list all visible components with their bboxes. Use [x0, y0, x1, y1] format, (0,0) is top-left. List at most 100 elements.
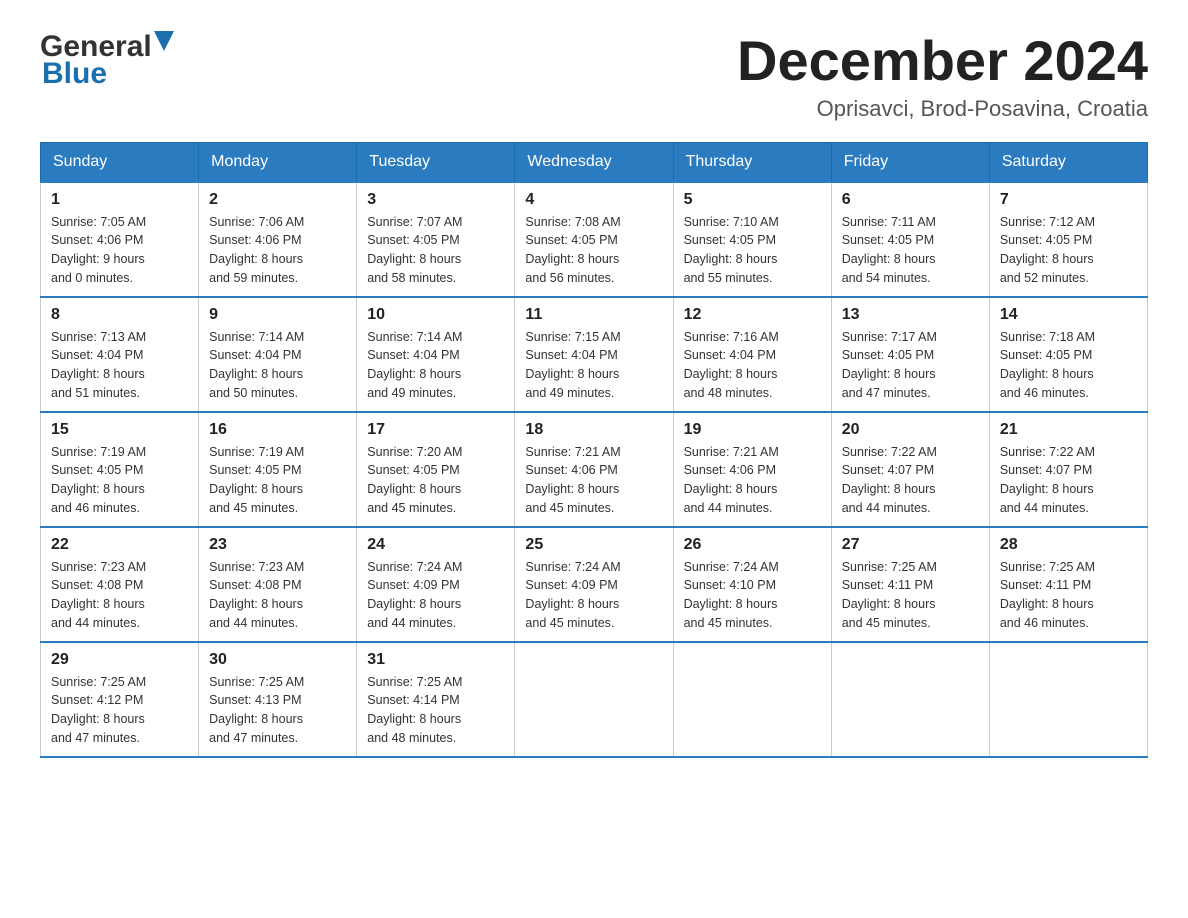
day-info: Sunrise: 7:16 AMSunset: 4:04 PMDaylight:… [684, 328, 821, 403]
day-number: 1 [51, 191, 188, 209]
day-info: Sunrise: 7:19 AMSunset: 4:05 PMDaylight:… [51, 443, 188, 518]
day-number: 13 [842, 306, 979, 324]
day-info: Sunrise: 7:17 AMSunset: 4:05 PMDaylight:… [842, 328, 979, 403]
day-info: Sunrise: 7:24 AMSunset: 4:09 PMDaylight:… [367, 558, 504, 633]
calendar-table: Sunday Monday Tuesday Wednesday Thursday… [40, 142, 1148, 758]
day-info: Sunrise: 7:23 AMSunset: 4:08 PMDaylight:… [209, 558, 346, 633]
calendar-week-row: 8 Sunrise: 7:13 AMSunset: 4:04 PMDaylight… [41, 297, 1148, 412]
table-row [673, 642, 831, 757]
table-row: 13 Sunrise: 7:17 AMSunset: 4:05 PMDayligh… [831, 297, 989, 412]
table-row: 8 Sunrise: 7:13 AMSunset: 4:04 PMDaylight… [41, 297, 199, 412]
col-sunday: Sunday [41, 142, 199, 182]
day-number: 25 [525, 536, 662, 554]
day-info: Sunrise: 7:25 AMSunset: 4:14 PMDaylight:… [367, 673, 504, 748]
table-row: 26 Sunrise: 7:24 AMSunset: 4:10 PMDayligh… [673, 527, 831, 642]
day-info: Sunrise: 7:08 AMSunset: 4:05 PMDaylight:… [525, 213, 662, 288]
col-tuesday: Tuesday [357, 142, 515, 182]
day-info: Sunrise: 7:11 AMSunset: 4:05 PMDaylight:… [842, 213, 979, 288]
day-number: 6 [842, 191, 979, 209]
table-row [989, 642, 1147, 757]
day-info: Sunrise: 7:25 AMSunset: 4:11 PMDaylight:… [842, 558, 979, 633]
table-row: 30 Sunrise: 7:25 AMSunset: 4:13 PMDayligh… [199, 642, 357, 757]
location-title: Oprisavci, Brod-Posavina, Croatia [737, 96, 1148, 122]
table-row: 6 Sunrise: 7:11 AMSunset: 4:05 PMDaylight… [831, 182, 989, 297]
day-number: 4 [525, 191, 662, 209]
day-info: Sunrise: 7:14 AMSunset: 4:04 PMDaylight:… [209, 328, 346, 403]
day-info: Sunrise: 7:25 AMSunset: 4:12 PMDaylight:… [51, 673, 188, 748]
day-info: Sunrise: 7:21 AMSunset: 4:06 PMDaylight:… [525, 443, 662, 518]
day-info: Sunrise: 7:22 AMSunset: 4:07 PMDaylight:… [1000, 443, 1137, 518]
day-info: Sunrise: 7:07 AMSunset: 4:05 PMDaylight:… [367, 213, 504, 288]
day-info: Sunrise: 7:23 AMSunset: 4:08 PMDaylight:… [51, 558, 188, 633]
day-number: 14 [1000, 306, 1137, 324]
table-row: 7Sunrise: 7:12 AMSunset: 4:05 PMDaylight… [989, 182, 1147, 297]
title-section: December 2024 Oprisavci, Brod-Posavina, … [737, 30, 1148, 122]
table-row: 16 Sunrise: 7:19 AMSunset: 4:05 PMDayligh… [199, 412, 357, 527]
table-row: 12 Sunrise: 7:16 AMSunset: 4:04 PMDayligh… [673, 297, 831, 412]
logo-arrow-icon [154, 31, 174, 58]
day-info: Sunrise: 7:24 AMSunset: 4:09 PMDaylight:… [525, 558, 662, 633]
col-friday: Friday [831, 142, 989, 182]
day-number: 15 [51, 421, 188, 439]
calendar-week-row: 15 Sunrise: 7:19 AMSunset: 4:05 PMDayligh… [41, 412, 1148, 527]
calendar-week-row: 1 Sunrise: 7:05 AMSunset: 4:06 PMDaylight… [41, 182, 1148, 297]
day-number: 21 [1000, 421, 1137, 439]
day-info: Sunrise: 7:15 AMSunset: 4:04 PMDaylight:… [525, 328, 662, 403]
table-row: 11Sunrise: 7:15 AMSunset: 4:04 PMDayligh… [515, 297, 673, 412]
day-info: Sunrise: 7:24 AMSunset: 4:10 PMDaylight:… [684, 558, 821, 633]
day-number: 12 [684, 306, 821, 324]
day-number: 31 [367, 651, 504, 669]
table-row: 4 Sunrise: 7:08 AMSunset: 4:05 PMDaylight… [515, 182, 673, 297]
calendar-header-row: Sunday Monday Tuesday Wednesday Thursday… [41, 142, 1148, 182]
day-number: 23 [209, 536, 346, 554]
day-number: 8 [51, 306, 188, 324]
day-info: Sunrise: 7:19 AMSunset: 4:05 PMDaylight:… [209, 443, 346, 518]
day-number: 10 [367, 306, 504, 324]
day-info: Sunrise: 7:12 AMSunset: 4:05 PMDaylight:… [1000, 213, 1137, 288]
table-row: 21 Sunrise: 7:22 AMSunset: 4:07 PMDayligh… [989, 412, 1147, 527]
day-number: 16 [209, 421, 346, 439]
table-row: 27 Sunrise: 7:25 AMSunset: 4:11 PMDayligh… [831, 527, 989, 642]
day-number: 27 [842, 536, 979, 554]
day-info: Sunrise: 7:22 AMSunset: 4:07 PMDaylight:… [842, 443, 979, 518]
col-wednesday: Wednesday [515, 142, 673, 182]
logo: General Blue [40, 30, 174, 90]
day-info: Sunrise: 7:20 AMSunset: 4:05 PMDaylight:… [367, 443, 504, 518]
table-row: 10 Sunrise: 7:14 AMSunset: 4:04 PMDayligh… [357, 297, 515, 412]
day-number: 19 [684, 421, 821, 439]
table-row: 2Sunrise: 7:06 AMSunset: 4:06 PMDaylight… [199, 182, 357, 297]
col-saturday: Saturday [989, 142, 1147, 182]
day-number: 20 [842, 421, 979, 439]
table-row: 5 Sunrise: 7:10 AMSunset: 4:05 PMDaylight… [673, 182, 831, 297]
day-info: Sunrise: 7:05 AMSunset: 4:06 PMDaylight:… [51, 213, 188, 288]
day-info: Sunrise: 7:25 AMSunset: 4:11 PMDaylight:… [1000, 558, 1137, 633]
table-row: 19 Sunrise: 7:21 AMSunset: 4:06 PMDayligh… [673, 412, 831, 527]
day-info: Sunrise: 7:14 AMSunset: 4:04 PMDaylight:… [367, 328, 504, 403]
table-row: 23 Sunrise: 7:23 AMSunset: 4:08 PMDayligh… [199, 527, 357, 642]
table-row: 31 Sunrise: 7:25 AMSunset: 4:14 PMDayligh… [357, 642, 515, 757]
table-row: 18 Sunrise: 7:21 AMSunset: 4:06 PMDayligh… [515, 412, 673, 527]
day-info: Sunrise: 7:13 AMSunset: 4:04 PMDaylight:… [51, 328, 188, 403]
day-info: Sunrise: 7:21 AMSunset: 4:06 PMDaylight:… [684, 443, 821, 518]
day-number: 24 [367, 536, 504, 554]
day-number: 26 [684, 536, 821, 554]
day-number: 30 [209, 651, 346, 669]
day-number: 28 [1000, 536, 1137, 554]
day-number: 18 [525, 421, 662, 439]
table-row: 9Sunrise: 7:14 AMSunset: 4:04 PMDaylight… [199, 297, 357, 412]
table-row: 3 Sunrise: 7:07 AMSunset: 4:05 PMDaylight… [357, 182, 515, 297]
day-number: 3 [367, 191, 504, 209]
table-row [831, 642, 989, 757]
day-info: Sunrise: 7:10 AMSunset: 4:05 PMDaylight:… [684, 213, 821, 288]
table-row [515, 642, 673, 757]
table-row: 22Sunrise: 7:23 AMSunset: 4:08 PMDayligh… [41, 527, 199, 642]
table-row: 15 Sunrise: 7:19 AMSunset: 4:05 PMDayligh… [41, 412, 199, 527]
day-number: 5 [684, 191, 821, 209]
calendar-week-row: 22Sunrise: 7:23 AMSunset: 4:08 PMDayligh… [41, 527, 1148, 642]
table-row: 29Sunrise: 7:25 AMSunset: 4:12 PMDayligh… [41, 642, 199, 757]
table-row: 14Sunrise: 7:18 AMSunset: 4:05 PMDayligh… [989, 297, 1147, 412]
table-row: 25 Sunrise: 7:24 AMSunset: 4:09 PMDayligh… [515, 527, 673, 642]
day-number: 17 [367, 421, 504, 439]
day-info: Sunrise: 7:25 AMSunset: 4:13 PMDaylight:… [209, 673, 346, 748]
table-row: 28 Sunrise: 7:25 AMSunset: 4:11 PMDayligh… [989, 527, 1147, 642]
